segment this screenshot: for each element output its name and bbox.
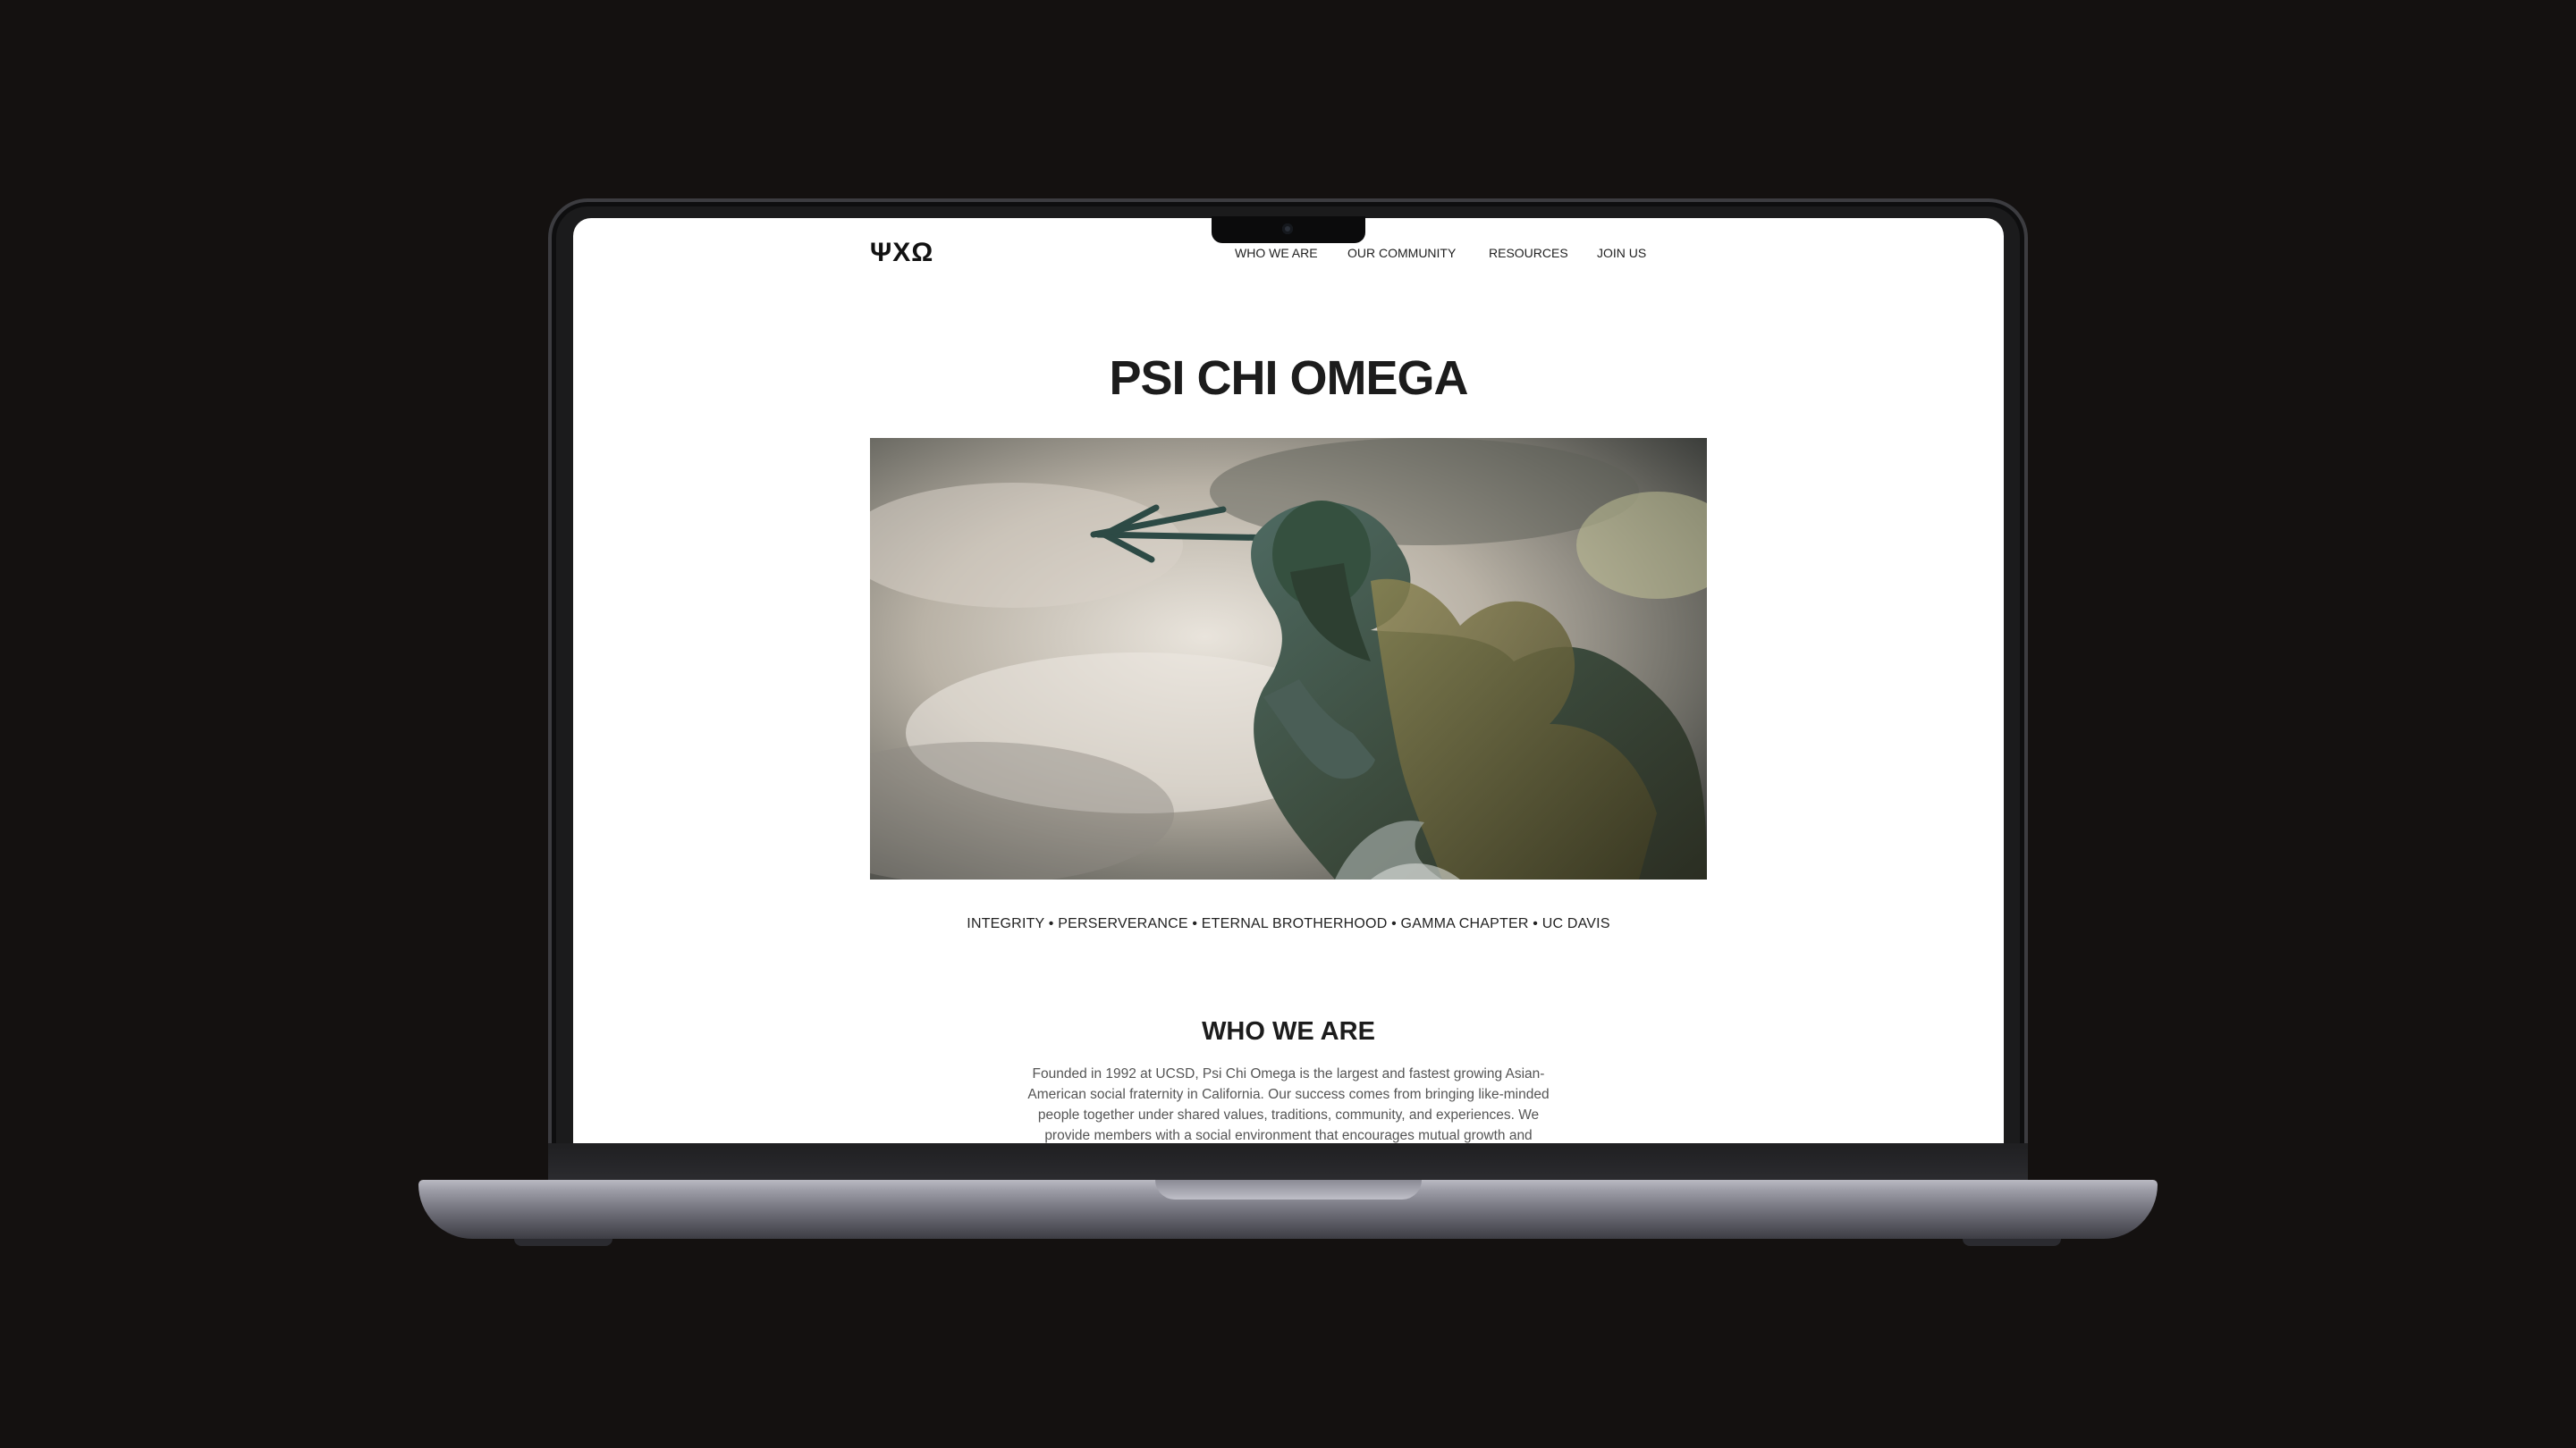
nav-who-we-are[interactable]: WHO WE ARE [1235, 246, 1318, 260]
laptop-hinge [548, 1143, 2028, 1183]
website-viewport: ΨΧΩ WHO WE ARE OUR COMMUNITY RESOURCES J… [573, 218, 2004, 1143]
hero-image [870, 438, 1707, 880]
nav-resources[interactable]: RESOURCES [1489, 246, 1568, 260]
nav-our-community[interactable]: OUR COMMUNITY [1347, 246, 1456, 260]
page-title: PSI CHI OMEGA [1109, 351, 1468, 405]
tagline: INTEGRITY • PERSERVERANCE • ETERNAL BROT… [967, 916, 1610, 931]
statue-of-neptune-icon [870, 438, 1707, 880]
laptop-opening-notch [1155, 1180, 1422, 1200]
laptop-foot-left [514, 1239, 612, 1246]
about-paragraph: Founded in 1992 at UCSD, Psi Chi Omega i… [1027, 1066, 1550, 1143]
nav-join-us[interactable]: JOIN US [1597, 246, 1646, 260]
camera-icon [1282, 223, 1293, 234]
section-title-who-we-are: WHO WE ARE [1202, 1017, 1375, 1046]
site-logo[interactable]: ΨΧΩ [870, 238, 933, 268]
laptop-foot-right [1963, 1239, 2061, 1246]
